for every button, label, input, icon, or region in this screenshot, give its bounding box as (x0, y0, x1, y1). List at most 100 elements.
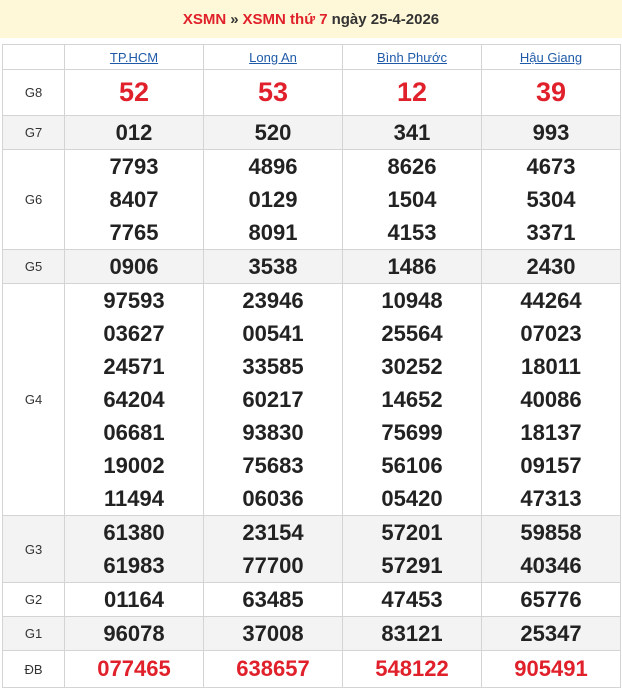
result-cell: 25347 (481, 616, 621, 651)
province-header-row: TP.HCM Long An Bình Phước Hậu Giang (2, 44, 621, 70)
result-cell: 53 (203, 69, 343, 116)
winning-number: 60217 (242, 387, 304, 412)
winning-number: 8091 (248, 220, 298, 245)
winning-number: 12 (396, 77, 428, 107)
result-cell: 2430 (481, 249, 621, 284)
result-cell: 47453 (342, 582, 482, 617)
result-cell: 1486 (342, 249, 482, 284)
page-header: XSMN » XSMN thứ 7 ngày 25-4-2026 (0, 0, 622, 38)
winning-number: 06036 (242, 486, 304, 511)
winning-number: 14652 (381, 387, 443, 412)
winning-number: 59858 (520, 520, 582, 545)
winning-number: 00541 (242, 321, 304, 346)
result-cell: 4673 5304 3371 (481, 149, 621, 250)
province-link-long-an[interactable]: Long An (249, 50, 297, 65)
winning-number: 97593 (103, 288, 165, 313)
province-link-tphcm[interactable]: TP.HCM (110, 50, 158, 65)
winning-number: 25347 (520, 621, 582, 646)
winning-number: 8407 (109, 187, 159, 212)
winning-number: 56106 (381, 453, 443, 478)
draw-date: ngày 25-4-2026 (331, 10, 440, 28)
result-cell: 638657 (203, 650, 343, 688)
prize-label: G6 (2, 149, 65, 250)
result-cell: 12 (342, 69, 482, 116)
winning-number: 520 (254, 120, 292, 145)
result-cell: 993 (481, 115, 621, 150)
result-cell: 37008 (203, 616, 343, 651)
province-header-cell: Bình Phước (342, 44, 482, 70)
result-cell: 83121 (342, 616, 482, 651)
prize-row-g4: G4 97593 03627 24571 64204 06681 19002 11494 239… (2, 283, 621, 516)
winning-number: 61380 (103, 520, 165, 545)
result-cell: 39 (481, 69, 621, 116)
winning-number: 57291 (381, 553, 443, 578)
winning-number: 4153 (387, 220, 437, 245)
result-cell: 077465 (64, 650, 204, 688)
result-cell: 4896 0129 8091 (203, 149, 343, 250)
result-cell: 012 (64, 115, 204, 150)
result-cell: 548122 (342, 650, 482, 688)
winning-number: 8626 (387, 154, 437, 179)
winning-number: 5304 (526, 187, 576, 212)
result-cell: 10948 25564 30252 14652 75699 56106 05420 (342, 283, 482, 516)
winning-number: 65776 (520, 587, 582, 612)
province-header-cell: Long An (203, 44, 343, 70)
result-cell: 01164 (64, 582, 204, 617)
winning-number: 33585 (242, 354, 304, 379)
prize-header-cell (2, 44, 65, 70)
winning-number: 25564 (381, 321, 443, 346)
result-cell: 57201 57291 (342, 515, 482, 583)
result-cell: 52 (64, 69, 204, 116)
winning-number: 44264 (520, 288, 582, 313)
winning-number: 83121 (381, 621, 443, 646)
province-header-cell: TP.HCM (64, 44, 204, 70)
winning-number: 93830 (242, 420, 304, 445)
result-cell: 65776 (481, 582, 621, 617)
winning-number: 03627 (103, 321, 165, 346)
winning-number: 05420 (381, 486, 443, 511)
prize-label: G1 (2, 616, 65, 651)
xsmn-saturday-link[interactable]: XSMN thứ 7 (243, 11, 328, 28)
winning-number: 11494 (104, 486, 164, 511)
winning-number: 40346 (520, 553, 582, 578)
province-link-binh-phuoc[interactable]: Bình Phước (377, 50, 447, 65)
winning-number: 7765 (109, 220, 159, 245)
result-cell: 59858 40346 (481, 515, 621, 583)
winning-number: 53 (257, 77, 289, 107)
winning-number: 548122 (375, 656, 449, 681)
result-cell: 63485 (203, 582, 343, 617)
province-header-cell: Hậu Giang (481, 44, 621, 70)
winning-number: 75699 (381, 420, 443, 445)
result-cell: 341 (342, 115, 482, 150)
winning-number: 06681 (103, 420, 165, 445)
result-cell: 0906 (64, 249, 204, 284)
winning-number: 077465 (97, 656, 171, 681)
winning-number: 23946 (242, 288, 304, 313)
prize-row-g3: G3 61380 61983 23154 77700 57201 57291 59858 403… (2, 515, 621, 583)
province-link-hau-giang[interactable]: Hậu Giang (520, 50, 582, 65)
prize-row-g7: G7 012 520 341 993 (2, 115, 621, 150)
prize-label: G8 (2, 69, 65, 116)
prize-row-g8: G8 52 53 12 39 (2, 69, 621, 116)
prize-row-g2: G2 01164 63485 47453 65776 (2, 582, 621, 617)
winning-number: 993 (532, 120, 570, 145)
winning-number: 23154 (242, 520, 304, 545)
result-cell: 905491 (481, 650, 621, 688)
winning-number: 39 (535, 77, 567, 107)
xsmn-link[interactable]: XSMN (183, 11, 226, 28)
winning-number: 7793 (109, 154, 159, 179)
winning-number: 24571 (103, 354, 165, 379)
winning-number: 2430 (526, 254, 576, 279)
winning-number: 10948 (381, 288, 443, 313)
prize-label: G2 (2, 582, 65, 617)
winning-number: 37008 (242, 621, 304, 646)
winning-number: 96078 (103, 621, 165, 646)
winning-number: 341 (393, 120, 431, 145)
result-cell: 96078 (64, 616, 204, 651)
winning-number: 4673 (526, 154, 576, 179)
winning-number: 0129 (248, 187, 298, 212)
winning-number: 638657 (236, 656, 310, 681)
winning-number: 63485 (242, 587, 304, 612)
result-cell: 7793 8407 7765 (64, 149, 204, 250)
winning-number: 19002 (103, 453, 165, 478)
